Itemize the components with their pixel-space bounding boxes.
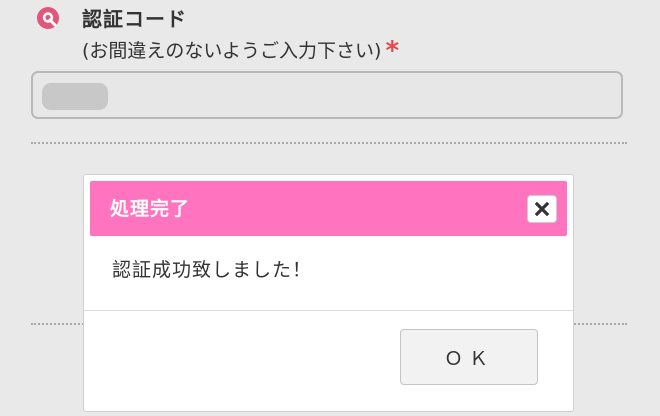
required-mark: * (385, 36, 400, 66)
dialog-title: 処理完了 (110, 198, 191, 220)
dialog-divider (84, 310, 573, 311)
ok-button[interactable]: ＯＫ (400, 329, 538, 385)
dialog-header: 処理完了 (90, 181, 567, 236)
divider (31, 142, 627, 144)
verification-code-input[interactable] (31, 71, 623, 119)
field-note: (お間違えのないようご入力下さい) * (82, 36, 399, 66)
masked-value (42, 83, 108, 110)
completion-dialog: 処理完了 認証成功致しました！ ＯＫ (83, 174, 574, 412)
dialog-message: 認証成功致しました！ (112, 259, 313, 281)
close-button[interactable] (527, 195, 557, 223)
field-note-text: (お間違えのないようご入力下さい) (82, 40, 382, 62)
q-brand-icon (36, 6, 60, 30)
close-icon (535, 202, 549, 216)
field-title: 認証コード (82, 7, 187, 31)
